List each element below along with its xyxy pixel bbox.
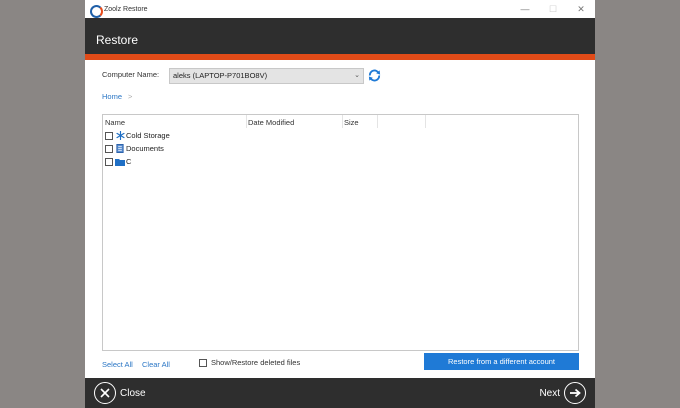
file-browser: Name Date Modified Size Cold Storage Doc… (102, 114, 579, 351)
list-item[interactable]: Cold Storage (105, 129, 170, 142)
title-bar: Zoolz Restore — ☐ ✕ (85, 0, 595, 18)
list-item[interactable]: C (105, 155, 131, 168)
chevron-down-icon: ⌄ (354, 72, 360, 79)
page-title: Restore (96, 33, 139, 47)
arrow-right-icon (564, 382, 586, 404)
column-size[interactable]: Size (344, 118, 359, 127)
next-label: Next (539, 387, 560, 399)
next-button[interactable]: Next (539, 382, 586, 404)
table-header: Name Date Modified Size (103, 115, 578, 128)
select-all-link[interactable]: Select All (102, 360, 133, 369)
computer-select[interactable]: aleks (LAPTOP-P701BO8V) ⌄ (169, 68, 364, 84)
row-checkbox[interactable] (105, 157, 113, 166)
column-divider[interactable] (377, 115, 378, 128)
column-divider[interactable] (425, 115, 426, 128)
row-checkbox[interactable] (105, 144, 113, 153)
breadcrumb-separator: > (128, 92, 133, 101)
list-item[interactable]: Documents (105, 142, 164, 155)
snowflake-icon (115, 131, 125, 140)
folder-icon (115, 157, 125, 166)
maximize-button[interactable]: ☐ (539, 0, 567, 18)
computer-name-label: Computer Name: (102, 70, 160, 79)
computer-select-value: aleks (LAPTOP-P701BO8V) (173, 71, 268, 80)
window-close-button[interactable]: ✕ (567, 0, 595, 18)
row-checkbox[interactable] (105, 131, 113, 140)
restore-different-account-button[interactable]: Restore from a different account (424, 353, 579, 370)
close-label: Close (120, 387, 146, 399)
clear-all-link[interactable]: Clear All (142, 360, 170, 369)
refresh-icon[interactable] (367, 68, 382, 83)
row-name: C (126, 157, 132, 166)
row-name: Cold Storage (126, 131, 170, 140)
zoolz-logo-icon (90, 4, 103, 18)
document-icon (115, 144, 125, 153)
main-content: Computer Name: aleks (LAPTOP-P701BO8V) ⌄… (85, 60, 595, 378)
show-deleted-label: Show/Restore deleted files (211, 358, 301, 367)
window-controls: — ☐ ✕ (511, 0, 595, 18)
column-date-modified[interactable]: Date Modified (248, 118, 294, 127)
restore-window: Zoolz Restore — ☐ ✕ Restore Computer Nam… (85, 0, 595, 408)
close-icon (94, 382, 116, 404)
minimize-button[interactable]: — (511, 0, 539, 18)
show-deleted-option[interactable]: Show/Restore deleted files (199, 358, 300, 367)
show-deleted-checkbox[interactable] (199, 358, 207, 367)
footer-bar: Close Next (85, 378, 595, 408)
breadcrumb: Home > (102, 92, 132, 101)
column-divider[interactable] (246, 115, 247, 128)
column-name[interactable]: Name (105, 118, 125, 127)
row-name: Documents (126, 144, 164, 153)
close-button[interactable]: Close (94, 382, 146, 404)
column-divider[interactable] (342, 115, 343, 128)
page-header: Restore (85, 18, 595, 54)
breadcrumb-home[interactable]: Home (102, 92, 122, 101)
window-title: Zoolz Restore (104, 5, 148, 13)
